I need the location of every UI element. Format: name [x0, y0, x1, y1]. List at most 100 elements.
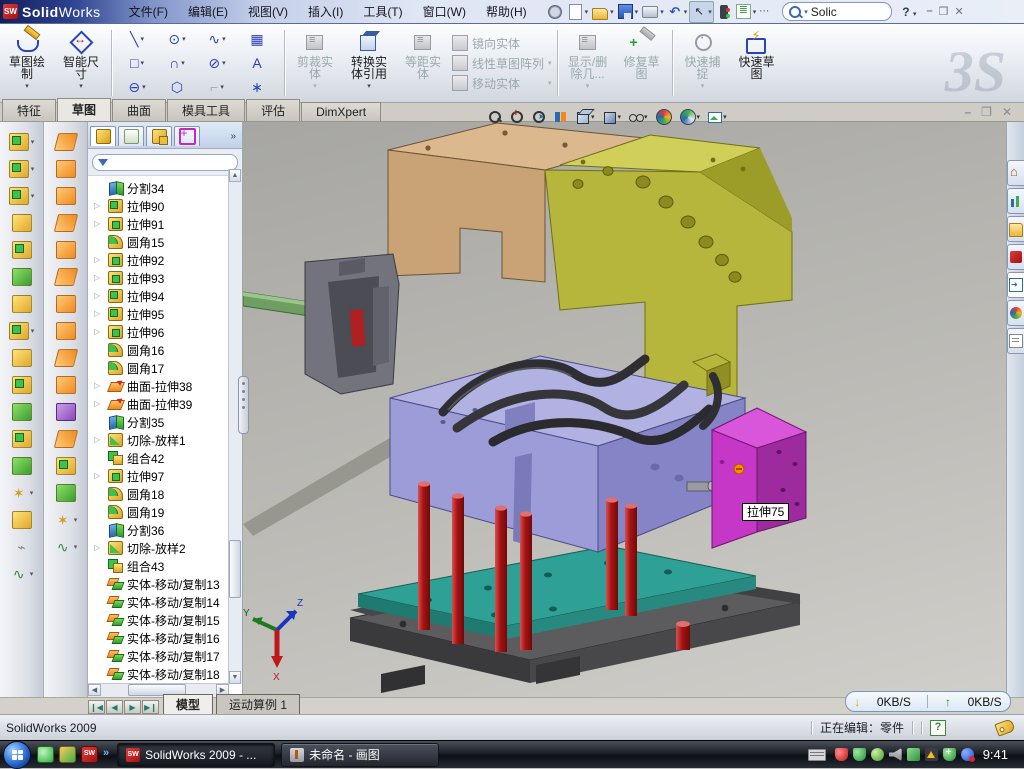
sketch-entity-button[interactable]: ⬡	[157, 75, 197, 99]
menu-item[interactable]: 窗口(W)	[413, 0, 476, 23]
feature-tree-item[interactable]: 分割34	[92, 179, 242, 197]
features-toolbar-button[interactable]: ▾	[9, 157, 35, 181]
dropdown-arrow-icon[interactable]: ▾	[222, 59, 226, 67]
feature-tree-item[interactable]: 实体-移动/复制15	[92, 611, 242, 629]
search-input[interactable]: Solic	[811, 5, 837, 19]
command-tab[interactable]: 特征	[2, 99, 56, 121]
dropdown-arrow-icon[interactable]: ▾	[31, 138, 35, 146]
graphics-viewport[interactable]: ▾ ▾ ▾ ▾	[243, 122, 1006, 697]
dropdown-arrow-icon[interactable]: ▾	[140, 59, 144, 67]
feature-tree-item[interactable]: 实体-移动/复制18	[92, 665, 242, 683]
quick-toolbar-button[interactable]: ▾	[566, 2, 590, 22]
dropdown-arrow-icon[interactable]: ▾	[222, 35, 226, 43]
tray-icon[interactable]	[907, 748, 920, 761]
tree-filter-input[interactable]	[92, 154, 238, 171]
scroll-up-arrow[interactable]: ▲	[229, 169, 241, 182]
sketch-entity-button[interactable]: ╲ ▾	[117, 27, 157, 51]
surfaces-toolbar-button[interactable]: ✶ ▾	[54, 508, 78, 532]
start-button[interactable]	[3, 741, 31, 769]
flyout-row-button[interactable]: 镜向实体	[452, 35, 552, 52]
features-toolbar-button[interactable]	[12, 508, 32, 532]
feature-manager-tab[interactable]	[174, 126, 200, 146]
menu-item[interactable]: 工具(T)	[353, 0, 412, 23]
feature-tree-item[interactable]: 分割36	[92, 521, 242, 539]
quick-launch-icon[interactable]	[37, 746, 54, 763]
dropdown-arrow-icon[interactable]: ▾	[708, 8, 712, 16]
expand-arrow-icon[interactable]: ▷	[94, 291, 100, 300]
surfaces-toolbar-button[interactable]	[56, 481, 76, 505]
features-toolbar-button[interactable]	[12, 427, 32, 451]
sketch-button[interactable]: 草图绘制 ▾	[0, 26, 54, 100]
features-toolbar-button[interactable]	[12, 400, 32, 424]
dropdown-arrow-icon[interactable]: ▾	[74, 543, 78, 551]
dropdown-arrow-icon[interactable]: ▾	[182, 35, 186, 43]
surfaces-toolbar-button[interactable]: ∿ ▾	[54, 535, 78, 559]
feature-tree-item[interactable]: 组合43	[92, 557, 242, 575]
feature-tree-item[interactable]: ▷ 曲面-拉伸38	[92, 377, 242, 395]
tray-icon[interactable]	[871, 748, 884, 761]
dropdown-arrow-icon[interactable]: ▾	[723, 113, 727, 121]
feature-tree-item[interactable]: ▷ 拉伸95	[92, 305, 242, 323]
surfaces-toolbar-button[interactable]	[56, 130, 76, 154]
surfaces-toolbar-button[interactable]	[56, 157, 76, 181]
feature-tree-item[interactable]: 组合42	[92, 449, 242, 467]
quick-toolbar-button[interactable]: ⋯	[758, 2, 776, 22]
model-tab[interactable]: 模型	[163, 694, 213, 714]
scroll-down-arrow[interactable]: ▼	[229, 671, 241, 684]
feature-tree-item[interactable]: ▷ 拉伸94	[92, 287, 242, 305]
quick-launch-icon[interactable]: »	[103, 747, 109, 762]
feature-tree-item[interactable]: 实体-移动/复制14	[92, 593, 242, 611]
tag-icon[interactable]	[994, 718, 1015, 736]
tray-icon[interactable]	[835, 748, 848, 761]
feature-tree-item[interactable]: ▷ 拉伸97	[92, 467, 242, 485]
expand-arrow-icon[interactable]: ▷	[94, 381, 100, 390]
surfaces-toolbar-button[interactable]	[56, 292, 76, 316]
command-tab[interactable]: 评估	[246, 99, 300, 121]
feature-tree-item[interactable]: ▷ 拉伸91	[92, 215, 242, 233]
sketch-entity-button[interactable]: A	[237, 51, 277, 75]
scrollbar-thumb[interactable]	[229, 540, 241, 598]
rapid-sketch-button[interactable]: 快速草图	[730, 26, 784, 100]
headsup-button[interactable]	[552, 108, 570, 126]
surfaces-toolbar-button[interactable]	[56, 265, 76, 289]
feature-tree-item[interactable]: ▷ 拉伸93	[92, 269, 242, 287]
surfaces-toolbar-button[interactable]	[56, 346, 76, 370]
feature-tree-item[interactable]: 实体-移动/复制16	[92, 629, 242, 647]
dropdown-arrow-icon[interactable]: ▾	[697, 113, 701, 121]
quick-toolbar-button[interactable]: ▾	[616, 2, 640, 22]
restore-button[interactable]: ❐	[939, 5, 949, 18]
quick-toolbar-button[interactable]	[545, 2, 565, 22]
command-tab[interactable]: 草图	[57, 98, 111, 121]
feature-tree-item[interactable]: 分割35	[92, 413, 242, 431]
quick-launch-icon[interactable]	[59, 746, 76, 763]
feature-tree-item[interactable]: 圆角17	[92, 359, 242, 377]
headsup-button[interactable]	[654, 108, 674, 126]
flyout-row-button[interactable]: 移动实体 ▾	[452, 75, 552, 92]
keyboard-layout-icon[interactable]	[808, 749, 826, 761]
feature-tree-item[interactable]: ▷ 切除-放样1	[92, 431, 242, 449]
dropdown-arrow-icon[interactable]: ▾	[367, 81, 371, 93]
doc-close-button[interactable]: ✕	[1002, 105, 1012, 119]
quick-snaps-button[interactable]: 快速捕捉 ▾	[676, 26, 730, 100]
dropdown-arrow-icon[interactable]: ▾	[644, 113, 648, 121]
features-toolbar-button[interactable]	[12, 238, 32, 262]
features-toolbar-button[interactable]	[12, 211, 32, 235]
network-speed-widget[interactable]: ↓ 0KB/S ↑ 0KB/S	[845, 691, 1011, 712]
sketch-entity-button[interactable]: ⊘ ▾	[197, 51, 237, 75]
dropdown-arrow-icon[interactable]: ▾	[74, 516, 78, 524]
offset-entities-button[interactable]: 等距实体	[396, 26, 450, 100]
expand-arrow-icon[interactable]: ▷	[94, 309, 100, 318]
feature-tree-item[interactable]: ▷ 拉伸96	[92, 323, 242, 341]
dropdown-arrow-icon[interactable]: ▾	[31, 327, 35, 335]
feature-tree-item[interactable]: 圆角19	[92, 503, 242, 521]
feature-tree-item[interactable]: ▷ 拉伸90	[92, 197, 242, 215]
close-button[interactable]: ✕	[954, 5, 963, 18]
menu-item[interactable]: 文件(F)	[119, 0, 178, 23]
surfaces-toolbar-button[interactable]	[56, 319, 76, 343]
dropdown-arrow-icon[interactable]: ▾	[635, 8, 639, 16]
dropdown-arrow-icon[interactable]: ▾	[25, 81, 29, 93]
scroll-left-arrow[interactable]: ◀	[88, 684, 101, 696]
features-toolbar-button[interactable]: ▾	[9, 319, 35, 343]
smart-dimension-button[interactable]: 智能尺寸 ▾	[54, 26, 108, 100]
feature-tree-item[interactable]: ▷ 拉伸92	[92, 251, 242, 269]
